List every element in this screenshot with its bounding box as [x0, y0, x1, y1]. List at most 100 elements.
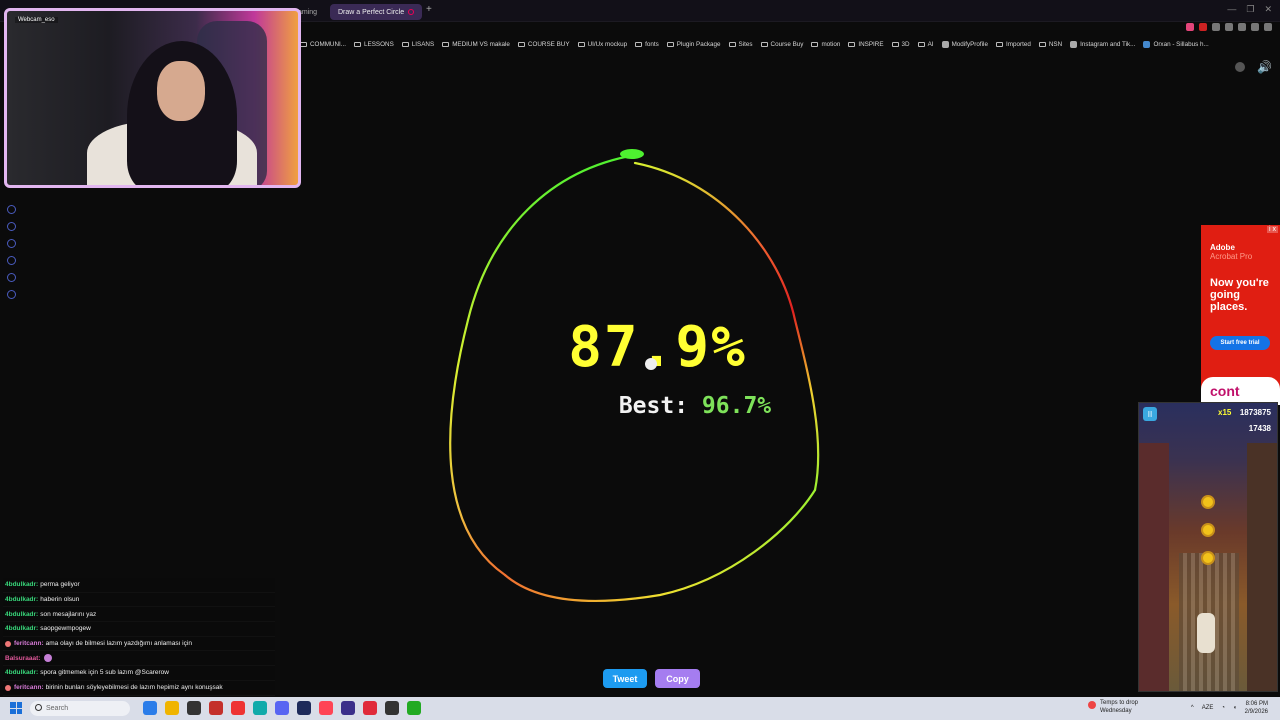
chat-message: feritcann: ama olayı de bilmesi lazım yaz…	[3, 637, 275, 652]
opera-gx-icon[interactable]	[363, 701, 377, 715]
chat-message: 4bdulkadr: saopgewmpogew	[3, 622, 275, 637]
copy-button[interactable]: Copy	[655, 669, 700, 688]
coin-icon	[1201, 551, 1215, 565]
pinned-apps	[143, 701, 421, 715]
bookmark-label: fonts	[645, 40, 659, 48]
maximize-button[interactable]: ❐	[1246, 4, 1254, 15]
bookmark-item[interactable]: MEDIUM VS makale	[442, 37, 510, 51]
menu-icon[interactable]	[1264, 23, 1272, 31]
after-effects-icon[interactable]	[297, 701, 311, 715]
clock-time: 8:06 PM	[1245, 701, 1268, 707]
bookmark-item[interactable]: Orxan - Sillabus h...	[1143, 37, 1209, 51]
proton-vpn-icon[interactable]	[341, 701, 355, 715]
subway-surfers-overlay: II x15 1873875 17438	[1138, 402, 1278, 692]
chat-username[interactable]: 4bdulkadr:	[5, 669, 38, 676]
ad-brand: Adobe Acrobat Pro	[1210, 243, 1252, 261]
settings-icon[interactable]	[7, 290, 16, 299]
chat-message: 4bdulkadr: spora gitmemek için 5 sub lazı…	[3, 666, 275, 681]
pause-button[interactable]: II	[1143, 407, 1157, 421]
discord-icon[interactable]	[275, 701, 289, 715]
folder-icon	[891, 41, 899, 47]
info-icon[interactable]	[1235, 62, 1246, 72]
ad-close-icon[interactable]: i x	[1267, 226, 1278, 233]
ad-brand-name: Adobe	[1210, 243, 1235, 252]
wifi-icon[interactable]: ◔	[1221, 705, 1225, 711]
language-indicator[interactable]: AZE	[1202, 705, 1214, 711]
bookmark-item[interactable]: Imported	[995, 37, 1031, 51]
extension-icon[interactable]	[1225, 23, 1233, 31]
chat-username[interactable]: 4bdulkadr:	[5, 625, 38, 632]
chat-username[interactable]: 4bdulkadr:	[5, 581, 38, 588]
chat-text: perma geliyor	[40, 581, 80, 589]
tab-draw-perfect-circle[interactable]: Draw a Perfect Circle	[330, 4, 422, 20]
app-icon[interactable]	[253, 701, 267, 715]
new-tab-button[interactable]: +	[426, 4, 432, 15]
chrome-icon[interactable]	[231, 701, 245, 715]
chat-icon[interactable]	[7, 273, 16, 282]
chat-username[interactable]: 4bdulkadr:	[5, 611, 38, 618]
weather-widget[interactable]: Temps to drop Wednesday	[1088, 699, 1138, 715]
bookmark-item[interactable]: ModifyProfile	[941, 37, 988, 51]
runner-character	[1197, 613, 1215, 653]
bookmark-item[interactable]: UI/Ux mockup	[577, 37, 627, 51]
weather-sub: Wednesday	[1100, 708, 1132, 714]
chat-username[interactable]: Balsuraaat:	[5, 655, 40, 662]
add-icon[interactable]	[7, 205, 16, 214]
capcut-icon[interactable]	[385, 701, 399, 715]
bookmark-item[interactable]: COURSE BUY	[517, 37, 570, 51]
bookmark-item[interactable]: 3D	[891, 37, 910, 51]
badge-icon	[5, 640, 11, 647]
side-toolbar	[7, 205, 16, 299]
extension-icon[interactable]	[1251, 23, 1259, 31]
download-icon[interactable]	[7, 256, 16, 265]
sound-icon[interactable]: 🔊	[1257, 60, 1272, 74]
taskbar-search[interactable]: Search	[30, 701, 130, 716]
chat-username[interactable]: feritcann:	[14, 684, 44, 691]
best-value: 96.7%	[701, 393, 772, 419]
bookmark-item[interactable]: INSPIRE	[848, 37, 884, 51]
adobe-ad[interactable]: i x Adobe Acrobat Pro Now you're going p…	[1201, 225, 1280, 405]
github-icon[interactable]	[187, 701, 201, 715]
bookmark-item[interactable]: COMMUNI...	[300, 37, 346, 51]
volume-icon[interactable]: ◖	[1233, 705, 1237, 711]
chevron-up-icon[interactable]: ^	[1191, 705, 1194, 711]
chat-username[interactable]: feritcann:	[14, 640, 44, 647]
bookmark-item[interactable]: fonts	[635, 37, 659, 51]
bookmark-item[interactable]: LISANS	[401, 37, 434, 51]
clock[interactable]: 8:06 PM 2/9/2026	[1245, 700, 1268, 716]
minimize-button[interactable]: —	[1227, 4, 1236, 15]
bookmark-item[interactable]: Instagram and Tik...	[1070, 37, 1135, 51]
bookmark-item[interactable]: NSN	[1038, 37, 1062, 51]
extension-icon[interactable]	[1186, 23, 1194, 31]
extension-icon[interactable]	[1238, 23, 1246, 31]
bookmark-item[interactable]: Plugin Package	[666, 37, 721, 51]
edge-icon[interactable]	[143, 701, 157, 715]
history-icon[interactable]	[7, 239, 16, 248]
illustrator-icon[interactable]	[209, 701, 223, 715]
file-explorer-icon[interactable]	[165, 701, 179, 715]
folder-icon	[811, 41, 819, 47]
whatsapp-icon[interactable]	[407, 701, 421, 715]
extension-icon[interactable]	[1199, 23, 1207, 31]
opera-icon[interactable]	[319, 701, 333, 715]
tweet-button[interactable]: Tweet	[603, 669, 647, 688]
bookmark-item[interactable]: AI	[917, 37, 934, 51]
bookmark-item[interactable]: Sites	[728, 37, 753, 51]
heart-icon[interactable]	[7, 222, 16, 231]
chat-text: spora gitmemek için 5 sub lazım @Scarero…	[40, 669, 169, 677]
close-button[interactable]: ✕	[1264, 4, 1272, 15]
ad-cta-button[interactable]: Start free trial	[1210, 336, 1270, 350]
bookmark-item[interactable]: Course Buy	[760, 37, 803, 51]
bookmark-item[interactable]: motion	[811, 37, 840, 51]
coin-icon	[1201, 495, 1215, 509]
game-score: 1873875	[1239, 408, 1271, 417]
bookmark-item[interactable]: LESSONS	[354, 37, 394, 51]
start-button[interactable]	[10, 702, 22, 714]
coin-count: 17438	[1248, 424, 1271, 433]
best-label: Best:	[618, 393, 689, 419]
chat-username[interactable]: 4bdulkadr:	[5, 596, 38, 603]
chat-message: Balsuraaat:	[3, 651, 275, 666]
extension-icon[interactable]	[1212, 23, 1220, 31]
drawing-canvas[interactable]: 87.9% Best: 96.7%	[300, 60, 1130, 680]
score-multiplier: x15	[1218, 408, 1232, 417]
